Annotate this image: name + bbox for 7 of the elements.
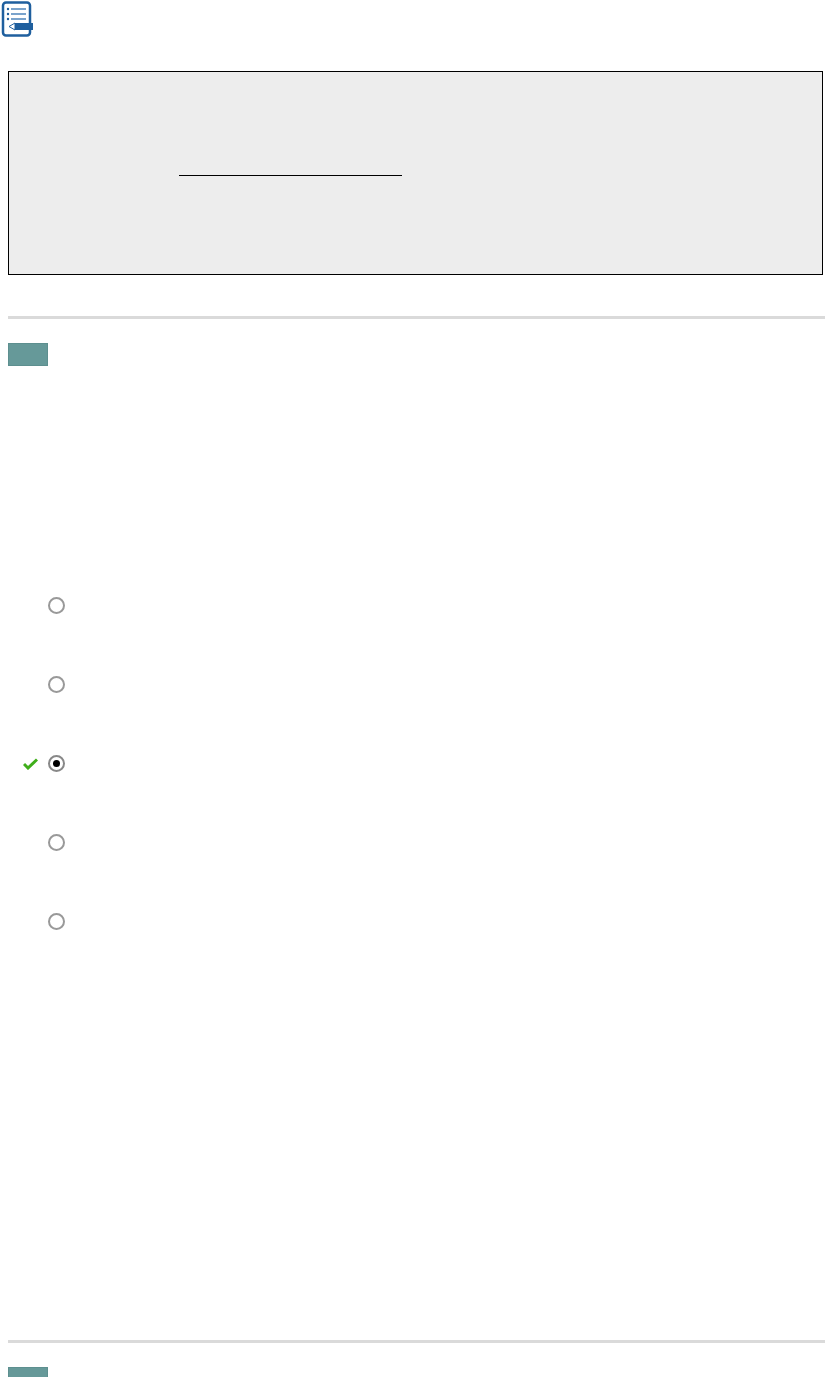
radio-button[interactable] [48,834,65,851]
radio-button[interactable] [48,676,65,693]
radio-button[interactable] [48,913,65,930]
radio-button[interactable] [48,755,65,772]
list-edit-icon [1,1,33,38]
question-badge [8,343,48,366]
radio-button[interactable] [48,597,65,614]
